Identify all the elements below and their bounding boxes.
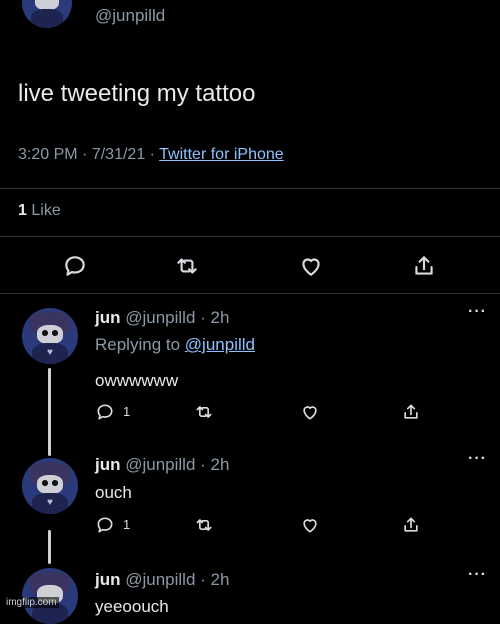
share-icon[interactable] [401, 402, 421, 422]
meta-separator: · [82, 146, 92, 163]
thread-line [48, 530, 51, 564]
watermark: imgflip.com [4, 597, 59, 608]
retweet-icon[interactable] [194, 515, 214, 535]
replying-to-label: Replying to [95, 335, 181, 354]
divider [0, 293, 500, 294]
reply-text: owwwwww [95, 371, 179, 390]
retweet-icon[interactable] [174, 253, 200, 279]
likes-count: 1 [18, 202, 27, 219]
share-icon[interactable] [411, 253, 437, 279]
retweet-icon[interactable] [194, 402, 214, 422]
divider [0, 236, 500, 237]
tweet-date: 7/31/21 [91, 146, 146, 163]
reply-author-name[interactable]: jun [95, 455, 121, 474]
more-icon[interactable]: ··· [468, 566, 487, 584]
meta-separator: · [149, 146, 160, 163]
tweet-source-link[interactable]: Twitter for iPhone [159, 146, 284, 163]
share-icon[interactable] [401, 515, 421, 535]
avatar-eye [42, 480, 48, 486]
reply-author-name[interactable]: jun [95, 570, 121, 589]
like-icon[interactable] [300, 515, 320, 535]
reply-author-name[interactable]: jun [95, 308, 121, 327]
avatar[interactable]: ♥ [22, 308, 78, 364]
replying-to-handle[interactable]: @junpilld [185, 335, 255, 354]
avatar[interactable] [22, 568, 78, 624]
avatar-face [36, 474, 64, 494]
heart-icon: ♥ [47, 347, 53, 359]
more-icon[interactable]: ··· [468, 450, 487, 468]
more-icon[interactable]: ··· [468, 303, 487, 321]
reply-icon[interactable] [95, 515, 115, 535]
reply-header: jun @junpilld · 2h [95, 308, 229, 328]
reply-count: 1 [123, 517, 131, 532]
thread-line [48, 368, 51, 456]
like-icon[interactable] [300, 402, 320, 422]
reply-author-handle[interactable]: @junpilld · 2h [125, 455, 229, 474]
reply-text: yeeoouch [95, 597, 169, 616]
main-tweet-text: live tweeting my tattoo [18, 80, 256, 107]
reply-author-handle[interactable]: @junpilld · 2h [125, 570, 229, 589]
reply-header: jun @junpilld · 2h [95, 570, 229, 590]
reply-count: 1 [123, 404, 131, 419]
tweet-time: 3:20 PM [18, 146, 78, 163]
main-tweet-handle[interactable]: @junpilld [95, 6, 165, 26]
reply-icon[interactable] [62, 253, 88, 279]
avatar-body [31, 9, 63, 28]
reply-icon[interactable] [95, 402, 115, 422]
likes-label: Like [31, 202, 61, 219]
heart-icon: ♥ [47, 497, 53, 509]
reply-header: jun @junpilld · 2h [95, 455, 229, 475]
avatar-eye [52, 480, 58, 486]
main-tweet-meta: 3:20 PM · 7/31/21 · Twitter for iPhone [18, 146, 284, 164]
replying-to: Replying to @junpilld [95, 335, 255, 355]
reply-text: ouch [95, 483, 132, 502]
divider [0, 188, 500, 189]
likes-stat[interactable]: 1 Like [18, 202, 61, 220]
like-icon[interactable] [298, 253, 324, 279]
avatar[interactable] [22, 0, 72, 28]
avatar-eye [52, 330, 58, 336]
avatar[interactable]: ♥ [22, 458, 78, 514]
avatar-face [36, 324, 64, 344]
reply-author-handle[interactable]: @junpilld · 2h [125, 308, 229, 327]
avatar-eye [42, 330, 48, 336]
